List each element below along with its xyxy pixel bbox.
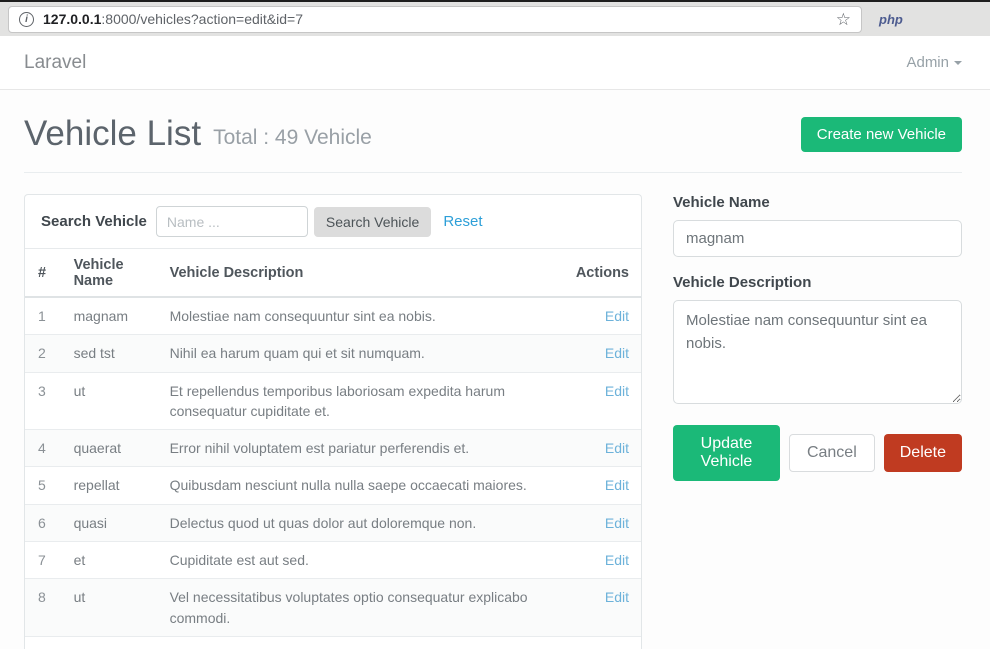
row-number: 4 — [25, 430, 64, 467]
vehicle-name-cell: repellat — [64, 467, 160, 504]
vehicle-description-cell: Quibusdam nesciunt nulla nulla saepe occ… — [160, 467, 566, 504]
table-header-row: # Vehicle Name Vehicle Description Actio… — [25, 249, 641, 297]
edit-link[interactable]: Edit — [605, 515, 629, 531]
cancel-button[interactable]: Cancel — [789, 434, 875, 472]
vehicle-name-cell: et — [64, 542, 160, 579]
vehicle-list-card: Search Vehicle Search Vehicle Reset # Ve… — [24, 194, 642, 649]
user-dropdown[interactable]: Admin — [906, 54, 962, 71]
vehicle-description-cell: Delectus quod ut quas dolor aut doloremq… — [160, 504, 566, 541]
url-path: :8000/vehicles?action=edit&id=7 — [101, 11, 303, 27]
address-bar[interactable]: i 127.0.0.1:8000/vehicles?action=edit&id… — [8, 6, 862, 33]
vehicle-name-cell: quasi — [64, 504, 160, 541]
total-count-text: Total : 49 Vehicle — [213, 118, 372, 150]
update-vehicle-button[interactable]: Update Vehicle — [673, 425, 780, 481]
url-host: 127.0.0.1 — [43, 11, 101, 27]
page-title: Vehicle List — [24, 114, 201, 154]
vehicle-name-cell: voluptates — [64, 636, 160, 649]
vehicle-description-cell: Error nihil voluptatem est pariatur perf… — [160, 430, 566, 467]
table-row: 6 quasi Delectus quod ut quas dolor aut … — [25, 504, 641, 541]
edit-link[interactable]: Edit — [605, 345, 629, 361]
vehicle-description-cell: Molestiae nam consequuntur sint ea nobis… — [160, 297, 566, 335]
vehicle-name-cell: sed tst — [64, 335, 160, 372]
browser-chrome: i 127.0.0.1:8000/vehicles?action=edit&id… — [0, 0, 990, 36]
vehicle-description-cell: Cupiditate est aut sed. — [160, 542, 566, 579]
vehicle-description-field[interactable]: Molestiae nam consequuntur sint ea nobis… — [673, 300, 962, 404]
vehicle-description-cell: Quaerat maxime qui dolore. — [160, 636, 566, 649]
vehicle-table: # Vehicle Name Vehicle Description Actio… — [25, 249, 641, 649]
page-header: Vehicle List Total : 49 Vehicle Create n… — [24, 90, 962, 172]
vehicle-description-label: Vehicle Description — [673, 274, 962, 291]
table-row: 2 sed tst Nihil ea harum quam qui et sit… — [25, 335, 641, 372]
search-label: Search Vehicle — [41, 213, 147, 230]
row-number: 8 — [25, 579, 64, 637]
table-row: 3 ut Et repellendus temporibus laboriosa… — [25, 372, 641, 430]
reset-link[interactable]: Reset — [443, 213, 482, 230]
row-number: 2 — [25, 335, 64, 372]
edit-link[interactable]: Edit — [605, 440, 629, 456]
table-row: 7 et Cupiditate est aut sed. Edit — [25, 542, 641, 579]
user-dropdown-label: Admin — [906, 54, 949, 71]
php-extension-badge[interactable]: php — [879, 12, 903, 27]
header-actions: Actions — [566, 249, 641, 297]
edit-link[interactable]: Edit — [605, 589, 629, 605]
header-description: Vehicle Description — [160, 249, 566, 297]
site-info-icon[interactable]: i — [19, 12, 34, 27]
vehicle-description-cell: Et repellendus temporibus laboriosam exp… — [160, 372, 566, 430]
table-row: 4 quaerat Error nihil voluptatem est par… — [25, 430, 641, 467]
delete-button[interactable]: Delete — [884, 434, 962, 472]
edit-link[interactable]: Edit — [605, 383, 629, 399]
edit-vehicle-form: Vehicle Name Vehicle Description Molesti… — [673, 194, 962, 481]
table-row: 1 magnam Molestiae nam consequuntur sint… — [25, 297, 641, 335]
table-row: 5 repellat Quibusdam nesciunt nulla null… — [25, 467, 641, 504]
form-button-row: Update Vehicle Cancel Delete — [673, 425, 962, 481]
row-number: 3 — [25, 372, 64, 430]
edit-link[interactable]: Edit — [605, 477, 629, 493]
vehicle-description-cell: Vel necessitatibus voluptates optio cons… — [160, 579, 566, 637]
search-bar: Search Vehicle Search Vehicle Reset — [25, 195, 641, 249]
navbar: Laravel Admin — [0, 36, 990, 90]
row-number: 5 — [25, 467, 64, 504]
search-input[interactable] — [156, 206, 308, 237]
header-name: Vehicle Name — [64, 249, 160, 297]
vehicle-name-field[interactable] — [673, 220, 962, 257]
table-row: 8 ut Vel necessitatibus voluptates optio… — [25, 579, 641, 637]
row-number: 6 — [25, 504, 64, 541]
row-number: 1 — [25, 297, 64, 335]
vehicle-name-cell: magnam — [64, 297, 160, 335]
brand-link[interactable]: Laravel — [24, 52, 86, 74]
create-vehicle-button[interactable]: Create new Vehicle — [801, 117, 962, 152]
vehicle-name-label: Vehicle Name — [673, 194, 962, 211]
vehicle-name-cell: ut — [64, 579, 160, 637]
row-number: 9 — [25, 636, 64, 649]
header-num: # — [25, 249, 64, 297]
vehicle-name-cell: quaerat — [64, 430, 160, 467]
vehicle-name-cell: ut — [64, 372, 160, 430]
edit-link[interactable]: Edit — [605, 552, 629, 568]
row-number: 7 — [25, 542, 64, 579]
search-button[interactable]: Search Vehicle — [314, 207, 431, 237]
edit-link[interactable]: Edit — [605, 308, 629, 324]
bookmark-star-icon[interactable]: ☆ — [836, 11, 851, 28]
table-row: 9 voluptates Quaerat maxime qui dolore. … — [25, 636, 641, 649]
header-divider — [24, 172, 962, 173]
vehicle-description-cell: Nihil ea harum quam qui et sit numquam. — [160, 335, 566, 372]
chevron-down-icon — [954, 61, 962, 65]
